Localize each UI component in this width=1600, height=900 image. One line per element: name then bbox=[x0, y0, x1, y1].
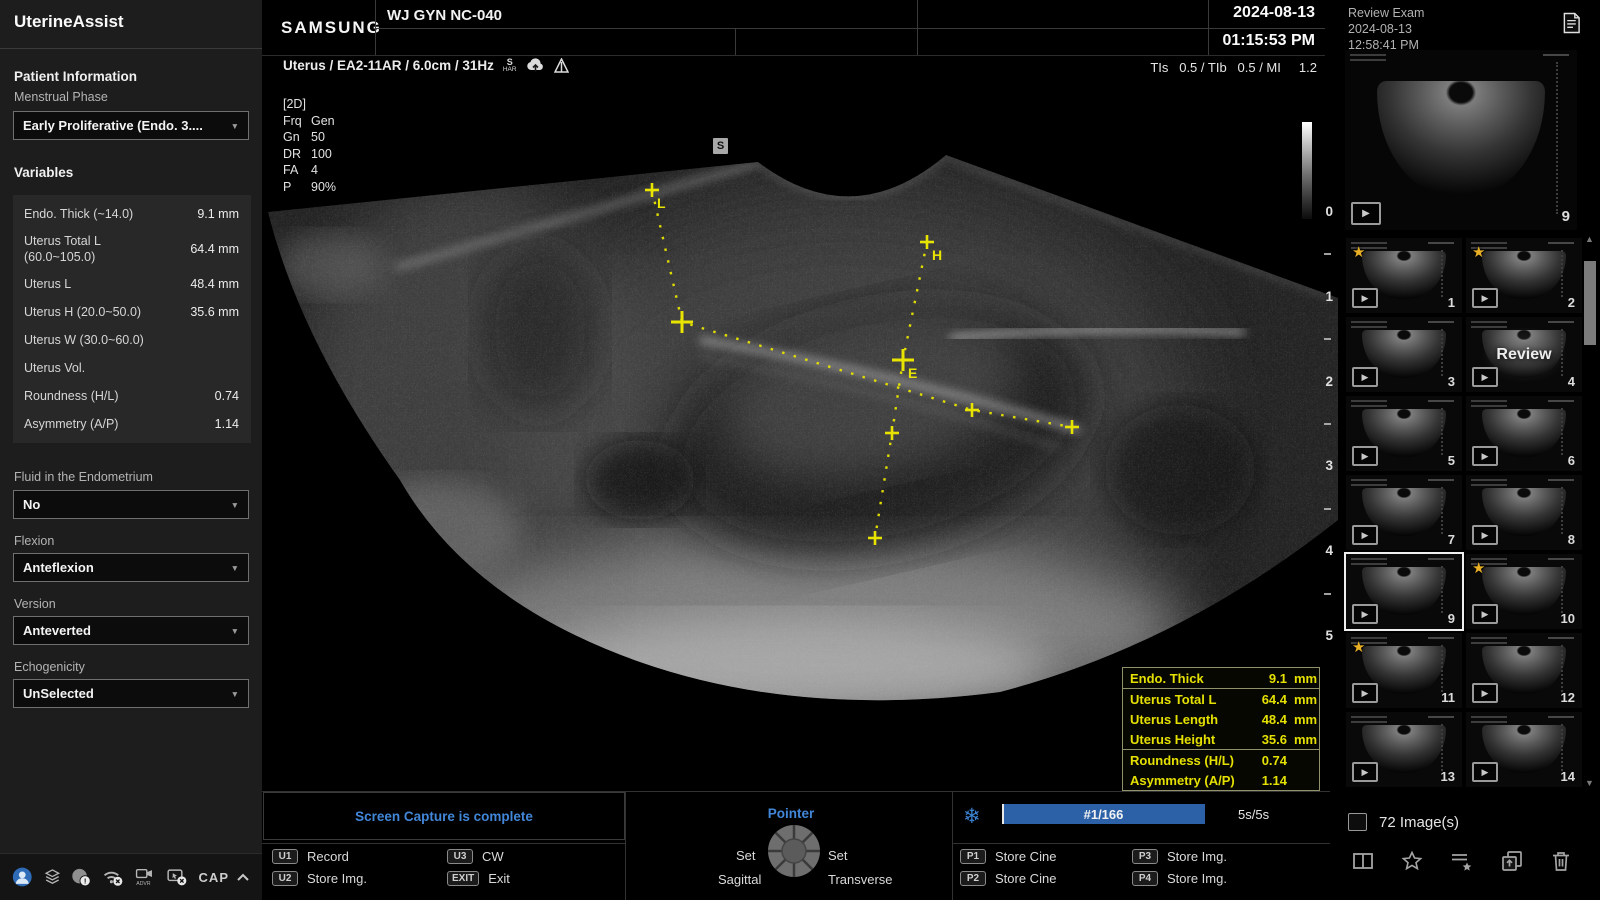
ruler-mark bbox=[1324, 338, 1331, 340]
parameter-row: DR100 bbox=[283, 146, 336, 163]
result-row: Uterus Height 35.6 mm bbox=[1123, 729, 1319, 750]
result-row: Uterus Total L 64.4 mm bbox=[1123, 689, 1319, 709]
result-row: Roundness (H/L) 0.74 bbox=[1123, 750, 1319, 770]
ruler-mark: 4 bbox=[1325, 545, 1333, 557]
parameter-row: Gn50 bbox=[283, 129, 336, 146]
ruler-mark bbox=[1324, 593, 1331, 595]
ruler-mark: 2 bbox=[1325, 376, 1333, 388]
grayscale-bar bbox=[1302, 122, 1312, 219]
parameter-row: FA4 bbox=[283, 162, 336, 179]
probe-info: Uterus / EA2-11AR / 6.0cm / 31Hz bbox=[283, 58, 494, 73]
ultrasound-fan-image bbox=[0, 0, 1600, 900]
orientation-marker: S bbox=[713, 138, 728, 154]
ruler-mark: 3 bbox=[1325, 460, 1333, 472]
parameter-row: FrqGen bbox=[283, 113, 336, 130]
harmonic-indicator: S HAR bbox=[503, 58, 517, 74]
ultrasound-workstation-screen: UterineAssist Patient Information Menstr… bbox=[0, 0, 1600, 900]
result-row: Uterus Length 48.4 mm bbox=[1123, 709, 1319, 729]
mode-label: [2D] bbox=[283, 96, 336, 113]
ruler-mark: 0 bbox=[1325, 206, 1333, 218]
ruler-mark: 1 bbox=[1325, 291, 1333, 303]
result-row: Endo. Thick 9.1 mm bbox=[1123, 668, 1319, 689]
probe-info-line: Uterus / EA2-11AR / 6.0cm / 31Hz S HAR bbox=[283, 58, 569, 74]
needle-guide-icon bbox=[554, 58, 569, 73]
ti-mi-readout: TIs 0.5 / TIb 0.5 / MI 1.2 bbox=[1150, 60, 1317, 75]
depth-ruler: 0 1 2 3 4 5 bbox=[1312, 206, 1336, 642]
ruler-mark bbox=[1324, 508, 1331, 510]
ruler-mark bbox=[1324, 253, 1331, 255]
measurement-results-table: Endo. Thick 9.1 mm Uterus Total L 64.4 m… bbox=[1122, 667, 1320, 791]
ruler-mark bbox=[1324, 423, 1331, 425]
2d-parameters-block: [2D] FrqGen Gn50 DR100 FA4 P90% bbox=[283, 96, 336, 195]
quick-save-icon bbox=[526, 58, 545, 73]
parameter-row: P90% bbox=[283, 179, 336, 196]
result-row: Asymmetry (A/P) 1.14 bbox=[1123, 770, 1319, 790]
ruler-mark: 5 bbox=[1325, 630, 1333, 642]
